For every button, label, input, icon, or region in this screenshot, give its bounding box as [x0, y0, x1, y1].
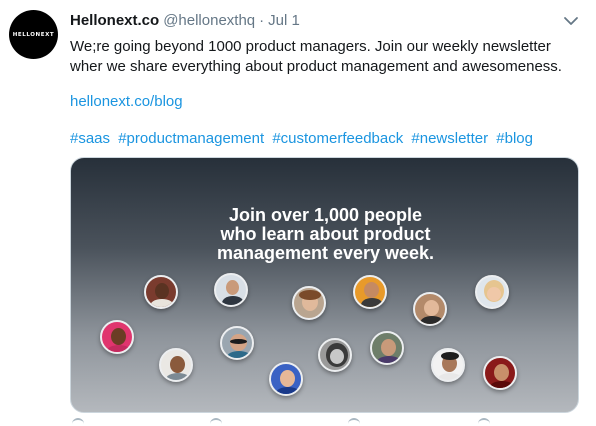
hashtag-newsletter[interactable]: #newsletter — [411, 130, 488, 147]
blog-link[interactable]: hellonext.co/blog — [70, 92, 183, 112]
tweet-header: Hellonext.co @hellonexthq · Jul 1 — [70, 12, 300, 32]
profile-photo — [144, 275, 178, 309]
headline-line: management every week. — [216, 243, 435, 263]
hashtag-customerfeedback[interactable]: #customerfeedback — [272, 130, 403, 147]
profile-photo — [413, 292, 447, 326]
profile-photo — [100, 320, 134, 354]
profile-photo — [292, 286, 326, 320]
display-name[interactable]: Hellonext.co — [70, 12, 159, 29]
tweet-text: We;re going beyond 1000 product managers… — [70, 38, 562, 75]
card-headline: Join over 1,000 people who learn about p… — [71, 205, 578, 263]
reply-icon[interactable] — [72, 418, 84, 426]
profile-photo — [214, 273, 248, 307]
separator-dot: · — [259, 12, 265, 29]
profile-photo — [483, 356, 517, 390]
profile-photo — [475, 275, 509, 309]
hashtag-saas[interactable]: #saas — [70, 130, 110, 147]
tweet-actions — [70, 418, 490, 426]
profile-photo — [353, 275, 387, 309]
profile-photo — [318, 338, 352, 372]
profile-photo — [159, 348, 193, 382]
user-handle[interactable]: @hellonexthq — [163, 12, 255, 29]
media-card[interactable]: Join over 1,000 people who learn about p… — [70, 157, 579, 413]
profile-photo — [269, 362, 303, 396]
tweet-date[interactable]: Jul 1 — [268, 12, 300, 29]
like-icon[interactable] — [348, 418, 360, 426]
hashtag-productmanagement[interactable]: #productmanagement — [118, 130, 264, 147]
profile-photo — [431, 348, 465, 382]
hashtags: #saas #productmanagement #customerfeedba… — [70, 129, 537, 149]
headline-line: who learn about product — [220, 224, 431, 244]
hashtag-blog[interactable]: #blog — [496, 130, 533, 147]
share-icon[interactable] — [478, 418, 490, 426]
profile-photo — [220, 326, 254, 360]
tweet[interactable]: HELLONEXT Hellonext.co @hellonexthq · Ju… — [0, 0, 596, 426]
profile-photo — [370, 331, 404, 365]
avatar[interactable]: HELLONEXT — [9, 10, 58, 59]
headline-line: Join over 1,000 people — [228, 205, 423, 225]
retweet-icon[interactable] — [210, 418, 222, 426]
avatar-logo-text: HELLONEXT — [12, 31, 55, 38]
chevron-down-icon[interactable] — [562, 12, 580, 30]
